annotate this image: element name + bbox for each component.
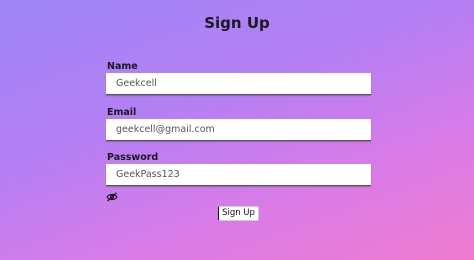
- name-label: Name: [107, 61, 138, 72]
- email-field[interactable]: [106, 119, 371, 141]
- sign-up-button[interactable]: Sign Up: [218, 206, 259, 221]
- page-title: Sign Up: [204, 14, 270, 32]
- eye-slash-icon[interactable]: [106, 187, 118, 202]
- email-label: Email: [107, 107, 137, 118]
- name-field[interactable]: [106, 73, 371, 95]
- password-label: Password: [107, 152, 159, 163]
- password-field[interactable]: [106, 164, 371, 186]
